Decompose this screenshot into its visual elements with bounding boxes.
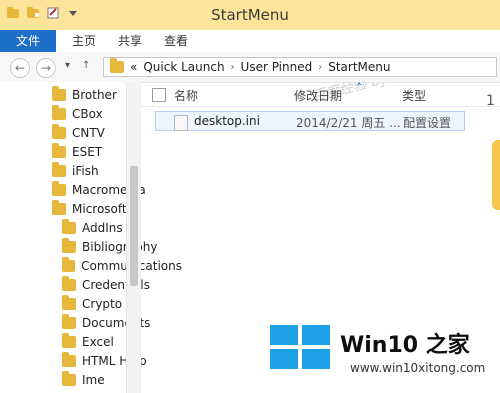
select-all-checkbox[interactable] <box>152 88 166 102</box>
tree-item-ime[interactable]: Ime <box>62 371 182 389</box>
folder-icon <box>62 314 76 329</box>
logo-pane <box>302 349 330 369</box>
folder-icon <box>62 238 76 253</box>
chevron-right-icon: › <box>318 61 323 73</box>
logo-pane <box>270 325 298 345</box>
folder-icon <box>62 219 76 234</box>
tab-home[interactable]: 主页 <box>72 30 96 52</box>
tree-item-label: Bibliography <box>82 240 158 254</box>
folder-icon <box>62 371 76 386</box>
tree-item-eset[interactable]: ESET <box>52 143 172 161</box>
breadcrumb[interactable]: « Quick Launch › User Pinned › StartMenu <box>103 57 497 77</box>
tree-item-label: Brother <box>72 88 117 102</box>
folder-icon <box>52 200 66 215</box>
tree-item-label: CNTV <box>72 126 105 140</box>
folder-icon <box>62 352 76 367</box>
folder-icon <box>110 58 124 73</box>
navigation-pane: Brother CBox CNTV ESET iFish Macromedia … <box>0 82 182 393</box>
tree-item-label: AddIns <box>82 221 123 235</box>
tree-item-label: CBox <box>72 107 103 121</box>
breadcrumb-item-user-pinned[interactable]: User Pinned <box>241 60 313 74</box>
folder-icon <box>62 333 76 348</box>
window-title: StartMenu <box>211 6 289 24</box>
folder-icon <box>52 143 66 158</box>
scrollbar-thumb[interactable] <box>130 166 138 286</box>
arrow-right-icon: → <box>40 61 52 75</box>
tab-file[interactable]: 文件 <box>0 30 56 52</box>
brand-title: Win10 之家 <box>340 333 470 358</box>
partial-folder-graphic <box>492 140 500 210</box>
folder-icon <box>52 181 66 196</box>
tree-item-label: ESET <box>72 145 103 159</box>
logo-pane <box>302 325 330 345</box>
ribbon-tabs: 文件 主页 共享 查看 百度经验 by Kg9928 <box>0 30 500 105</box>
folder-icon <box>62 257 76 272</box>
tab-share[interactable]: 共享 <box>118 30 142 52</box>
brand-url: www.win10xitong.com <box>350 361 486 375</box>
column-type[interactable]: 类型 <box>402 87 426 104</box>
tree-item-ifish[interactable]: iFish <box>52 162 172 180</box>
tree-item-documents[interactable]: Documents <box>62 314 182 332</box>
title-bar: StartMenu <box>0 0 500 30</box>
breadcrumb-prefix[interactable]: « <box>130 60 137 74</box>
tree-item-credentials[interactable]: Credentials <box>62 276 182 294</box>
tree-item-label: iFish <box>72 164 99 178</box>
folder-icon <box>52 124 66 139</box>
sort-up-icon: ⌃ <box>355 82 364 93</box>
tree-item-html-help[interactable]: HTML Help <box>62 352 182 370</box>
tree-item-crypto[interactable]: Crypto <box>62 295 182 313</box>
folder-icon <box>52 86 66 101</box>
chevron-right-icon: › <box>230 61 235 73</box>
file-row[interactable]: desktop.ini 2014/2/21 周五 ... 配置设置 <box>155 111 465 131</box>
tree-item-label: Microsoft <box>72 202 127 216</box>
item-count: 1 <box>486 93 495 109</box>
tree-item-excel[interactable]: Excel <box>62 333 182 351</box>
address-bar-area: ← → ▾ ↑ « Quick Launch › User Pinned › S… <box>0 52 500 83</box>
tree-item-label: Crypto <box>82 297 123 311</box>
column-name[interactable]: 名称 <box>174 87 198 104</box>
ini-file-icon <box>174 115 188 131</box>
recent-locations-button[interactable]: ▾ <box>65 60 70 71</box>
folder-icon <box>62 276 76 291</box>
file-name: desktop.ini <box>194 114 260 128</box>
details-header: ⌃ 名称 修改日期 类型 <box>140 82 500 107</box>
arrow-up-icon: ↑ <box>82 60 91 71</box>
tree-item-addins[interactable]: AddIns <box>62 219 182 237</box>
tab-view[interactable]: 查看 <box>164 30 188 52</box>
tree-item-communications[interactable]: Communications <box>62 257 182 275</box>
tree-item-cntv[interactable]: CNTV <box>52 124 172 142</box>
folder-icon <box>52 162 66 177</box>
file-type: 配置设置 <box>403 116 452 130</box>
windows-logo-icon <box>270 325 330 369</box>
up-button[interactable]: ↑ <box>82 60 90 71</box>
breadcrumb-item-quick-launch[interactable]: Quick Launch <box>143 60 224 74</box>
tree-item-label: Ime <box>82 373 105 387</box>
tree-item-bibliography[interactable]: Bibliography <box>62 238 182 256</box>
breadcrumb-item-startmenu[interactable]: StartMenu <box>328 60 390 74</box>
arrow-left-icon: ← <box>14 61 26 75</box>
tree-item-microsoft[interactable]: Microsoft <box>52 200 172 218</box>
chevron-down-icon: ▾ <box>65 60 71 71</box>
folder-icon <box>52 105 66 120</box>
tree-item-cbox[interactable]: CBox <box>52 105 172 123</box>
column-modified-date[interactable]: 修改日期 <box>294 87 342 104</box>
folder-icon <box>62 295 76 310</box>
file-modified: 2014/2/21 周五 ... <box>296 116 401 130</box>
tree-item-label: Excel <box>82 335 114 349</box>
navigation-scrollbar[interactable] <box>126 82 141 393</box>
forward-button[interactable]: → <box>36 58 56 78</box>
back-button[interactable]: ← <box>10 58 30 78</box>
logo-pane <box>270 349 298 369</box>
tree-item-macromedia[interactable]: Macromedia <box>52 181 172 199</box>
branding-watermark: Win10 之家 www.win10xitong.com <box>270 325 500 393</box>
